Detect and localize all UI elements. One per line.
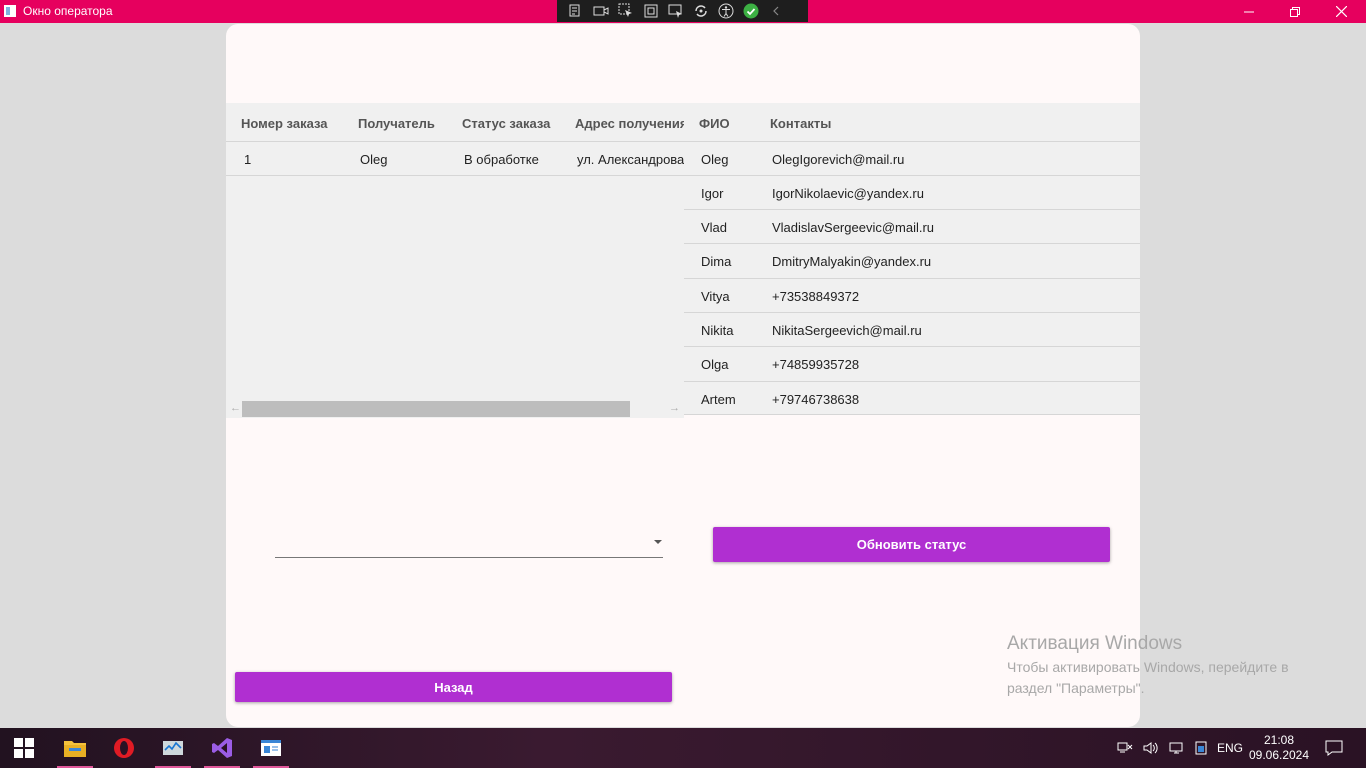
track-focus-icon[interactable] xyxy=(667,2,685,20)
column-header-order-number[interactable]: Номер заказа xyxy=(241,116,328,131)
network-icon[interactable] xyxy=(1117,741,1133,755)
minimize-icon xyxy=(1244,11,1254,12)
cell-recipient: Oleg xyxy=(360,152,388,167)
horizontal-scrollbar[interactable]: ← → xyxy=(226,400,684,418)
row-divider xyxy=(684,414,1140,415)
live-visual-tree-icon[interactable] xyxy=(567,2,585,20)
hot-reload-icon[interactable] xyxy=(692,2,710,20)
folder-icon xyxy=(64,741,86,757)
cell-delivery-address: ул. Александрова xyxy=(577,152,685,167)
cell-name: Olga xyxy=(701,357,729,372)
app-icon xyxy=(4,5,16,17)
scroll-right-icon[interactable]: → xyxy=(669,402,680,414)
restore-icon xyxy=(1290,6,1300,17)
file-explorer-button[interactable] xyxy=(55,728,95,768)
column-header-order-status[interactable]: Статус заказа xyxy=(462,116,550,131)
row-divider xyxy=(684,381,1140,382)
cell-contact: DmitryMalyakin@yandex.ru xyxy=(772,254,932,269)
cell-contact: VladislavSergeevic@mail.ru xyxy=(772,220,935,235)
column-header-full-name[interactable]: ФИО xyxy=(699,116,730,131)
clock[interactable]: 21:08 09.06.2024 xyxy=(1248,728,1310,768)
row-divider xyxy=(684,278,1140,279)
header-divider xyxy=(226,141,684,142)
language-indicator[interactable]: ENG xyxy=(1217,741,1243,755)
cell-contact: +73538849372 xyxy=(772,289,860,304)
windows-logo-icon xyxy=(14,738,34,758)
close-button[interactable] xyxy=(1318,0,1364,23)
layout-adorner-icon[interactable] xyxy=(642,2,660,20)
orders-grid[interactable]: Номер заказа Получатель Статус заказа Ад… xyxy=(226,103,687,418)
clock-date: 09.06.2024 xyxy=(1248,748,1310,762)
cell-contact: +79746738638 xyxy=(772,392,860,407)
cell-order-status: В обработке xyxy=(464,152,539,167)
app-window-button[interactable] xyxy=(251,728,291,768)
cell-contact: IgorNikolaevic@yandex.ru xyxy=(772,186,924,201)
cell-order-number: 1 xyxy=(244,152,252,167)
cell-name: Vlad xyxy=(701,220,728,235)
back-button[interactable]: Назад xyxy=(235,672,672,702)
notification-icon xyxy=(1325,740,1343,756)
row-divider xyxy=(684,312,1140,313)
visual-studio-button[interactable] xyxy=(202,728,242,768)
check-status-icon[interactable] xyxy=(742,2,760,20)
row-divider xyxy=(684,175,1140,176)
task-manager-icon xyxy=(163,741,183,755)
collapse-chevron-icon[interactable] xyxy=(767,2,785,20)
scroll-left-icon[interactable]: ← xyxy=(230,402,241,414)
app-window-icon xyxy=(261,740,281,756)
volume-icon[interactable] xyxy=(1143,741,1159,755)
xaml-debug-toolbar xyxy=(557,0,808,22)
display-icon[interactable] xyxy=(1169,741,1185,755)
cell-name: Nikita xyxy=(701,323,734,338)
update-status-button[interactable]: Обновить статус xyxy=(713,527,1110,562)
column-header-recipient[interactable]: Получатель xyxy=(358,116,435,131)
row-divider xyxy=(684,346,1140,347)
window-title: Окно оператора xyxy=(23,4,113,18)
status-combobox[interactable] xyxy=(275,527,663,558)
close-icon xyxy=(1335,6,1347,17)
accessibility-icon[interactable] xyxy=(717,2,735,20)
activation-text: Чтобы активировать Windows, перейдите в … xyxy=(1007,659,1289,696)
main-card: Номер заказа Получатель Статус заказа Ад… xyxy=(226,24,1140,727)
cell-name: Dima xyxy=(701,254,732,269)
opera-icon xyxy=(114,738,134,758)
visual-studio-icon xyxy=(212,738,232,758)
activation-title: Активация Windows xyxy=(1007,633,1183,654)
dropdown-arrow-icon[interactable] xyxy=(654,540,662,544)
minimize-button[interactable] xyxy=(1226,0,1272,23)
select-element-icon[interactable] xyxy=(617,2,635,20)
taskbar: ENG 21:08 09.06.2024 xyxy=(0,728,1366,768)
row-divider xyxy=(684,243,1140,244)
contacts-grid[interactable]: ФИО Контакты Oleg OlegIgorevich@mail.ru … xyxy=(684,103,1140,415)
system-tray: ENG xyxy=(1117,728,1243,768)
start-button[interactable] xyxy=(4,728,44,768)
camera-icon[interactable] xyxy=(592,2,610,20)
title-bar: Окно оператора xyxy=(0,0,1366,23)
row-divider xyxy=(226,175,684,176)
header-divider xyxy=(684,141,1140,142)
opera-button[interactable] xyxy=(104,728,144,768)
cell-name: Artem xyxy=(701,392,736,407)
row-divider xyxy=(684,209,1140,210)
clock-time: 21:08 xyxy=(1263,733,1295,747)
task-manager-button[interactable] xyxy=(153,728,193,768)
column-header-delivery-address[interactable]: Адрес получения xyxy=(575,116,687,131)
cell-contact: NikitaSergeevich@mail.ru xyxy=(772,323,922,338)
activation-watermark: Активация Windows Чтобы активировать Win… xyxy=(1007,633,1327,699)
column-header-contacts[interactable]: Контакты xyxy=(770,116,831,131)
cell-name: Igor xyxy=(701,186,724,201)
cell-name: Vitya xyxy=(701,289,730,304)
cell-name: Oleg xyxy=(701,152,729,167)
restore-button[interactable] xyxy=(1272,0,1318,23)
cell-contact: +74859935728 xyxy=(772,357,860,372)
battery-tablet-icon[interactable] xyxy=(1195,741,1207,755)
scrollbar-thumb[interactable] xyxy=(242,401,630,417)
notifications-button[interactable] xyxy=(1314,728,1354,768)
cell-contact: OlegIgorevich@mail.ru xyxy=(772,152,905,167)
